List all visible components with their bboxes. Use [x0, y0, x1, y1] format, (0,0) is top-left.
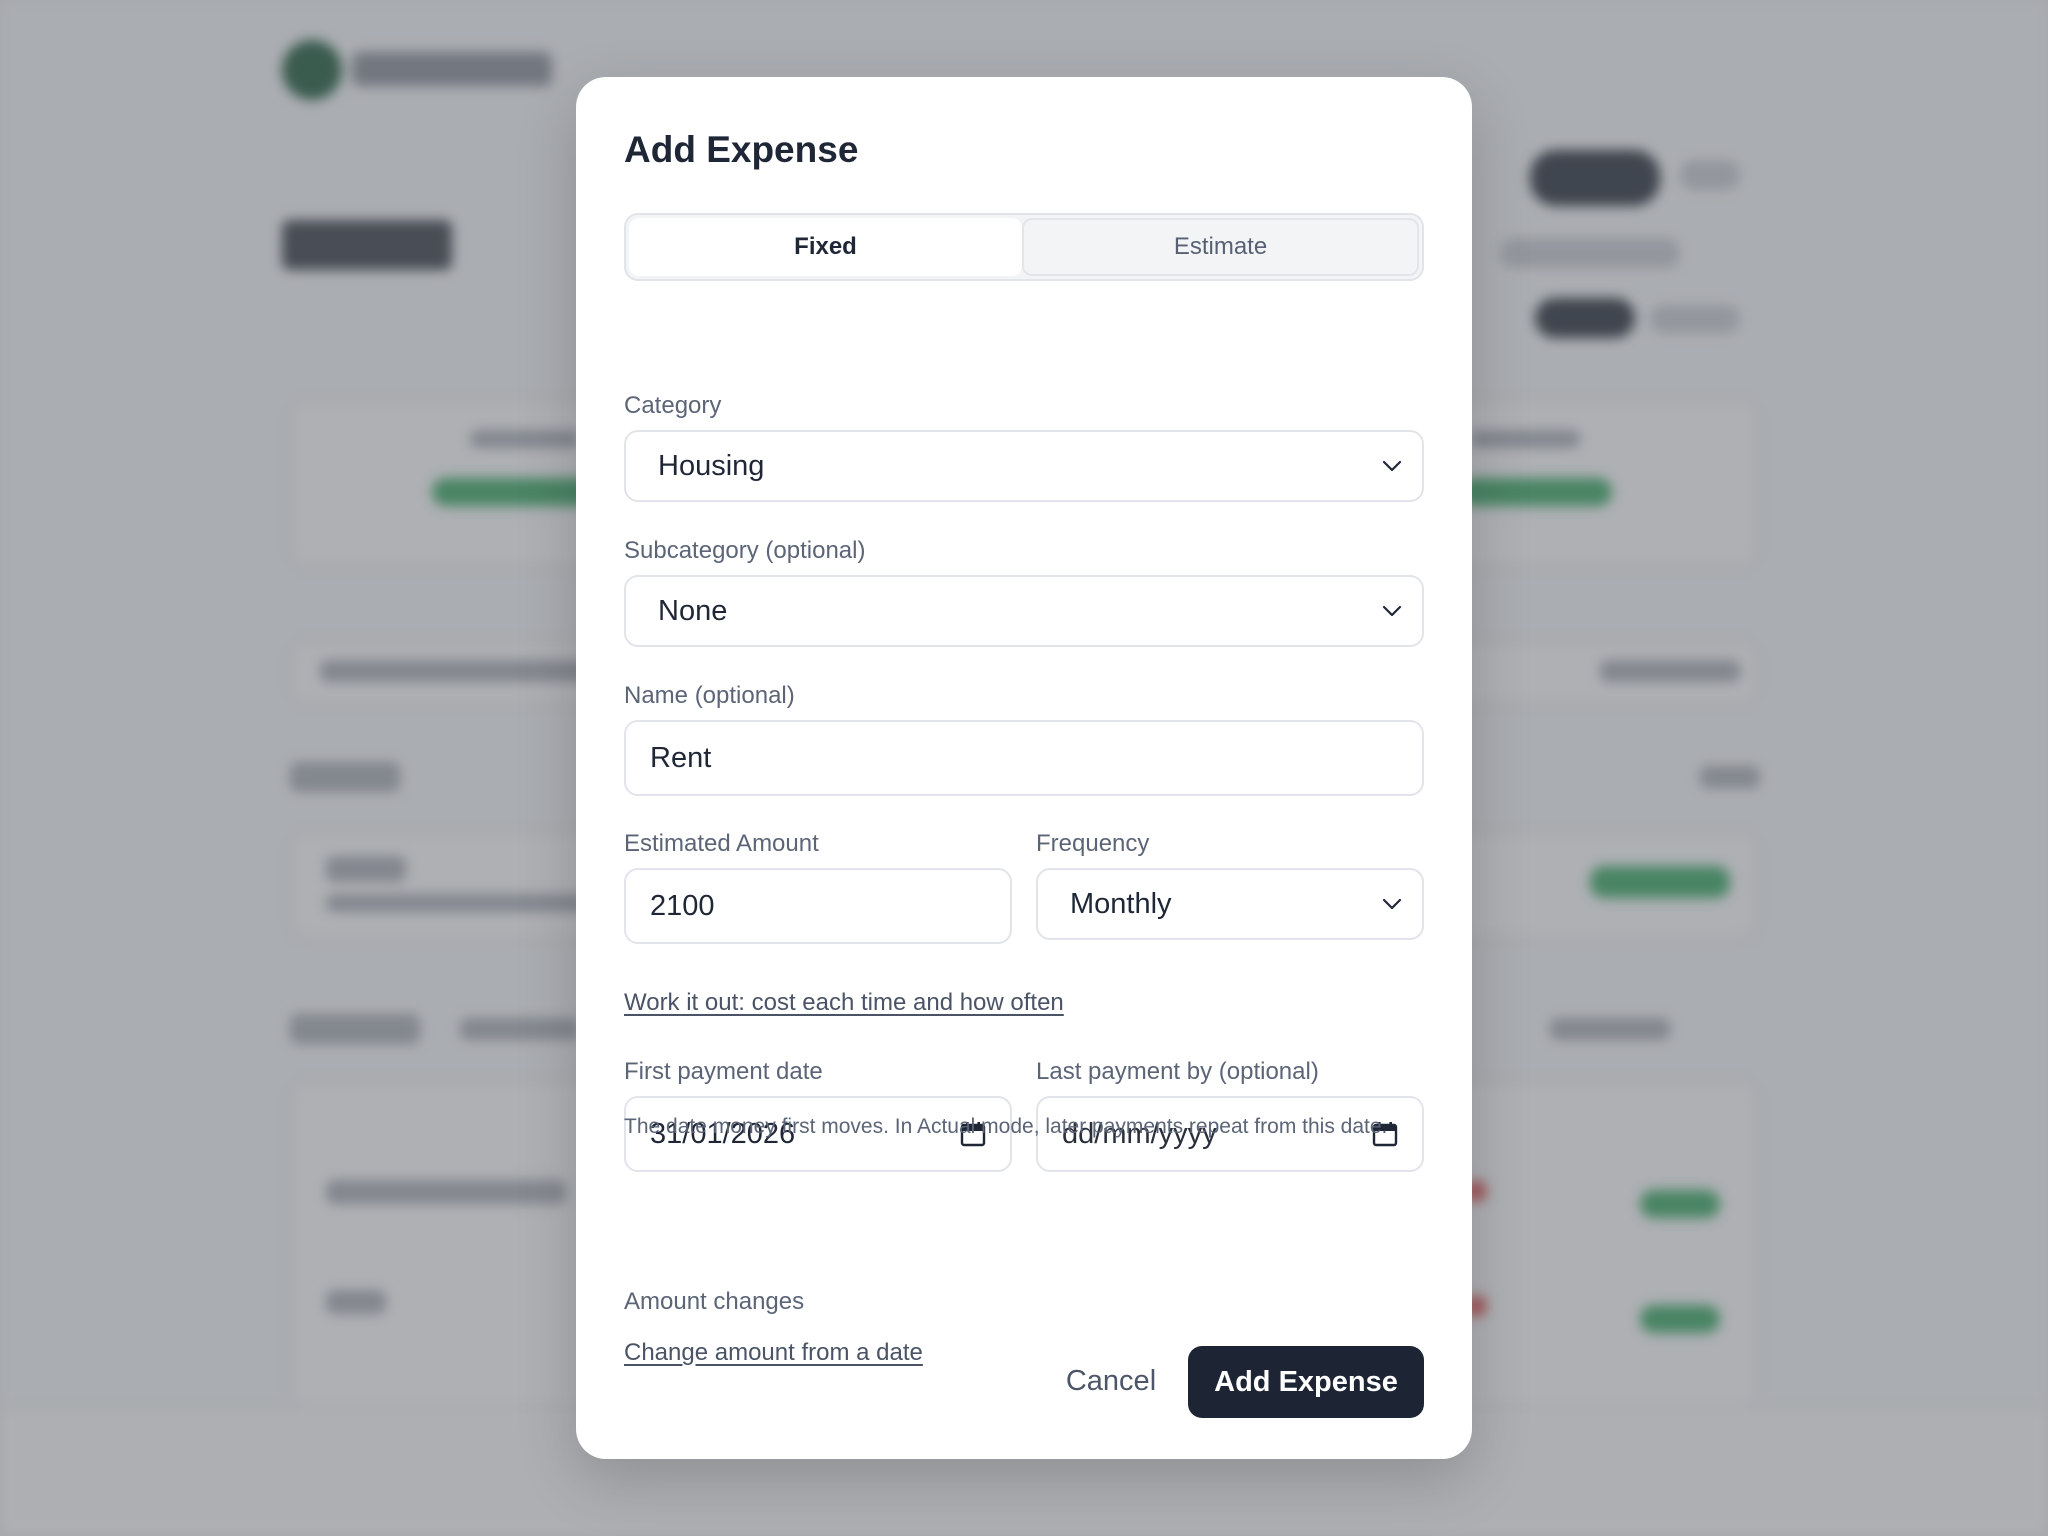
first-payment-help-text: The date money first moves. In Actual mo… [624, 1115, 1388, 1138]
segment-estimate[interactable]: Estimate [1022, 218, 1419, 276]
amount-changes-label: Amount changes [624, 1288, 805, 1315]
chevron-down-icon [1380, 892, 1404, 916]
category-value: Housing [658, 449, 765, 482]
chevron-down-icon [1380, 454, 1404, 478]
cancel-button[interactable]: Cancel [1016, 1346, 1206, 1416]
expense-type-toggle: Fixed Estimate [624, 213, 1424, 281]
category-label: Category [624, 392, 722, 419]
amount-value: 2100 [650, 889, 715, 922]
subcategory-value: None [658, 594, 728, 627]
last-payment-label: Last payment by (optional) [1036, 1058, 1319, 1085]
segment-fixed[interactable]: Fixed [629, 218, 1022, 276]
frequency-value: Monthly [1070, 887, 1172, 920]
add-expense-dialog: Add Expense Fixed Estimate Category Hous… [576, 77, 1472, 1459]
change-amount-link[interactable]: Change amount from a date [624, 1339, 923, 1367]
name-label: Name (optional) [624, 682, 795, 709]
name-value: Rent [650, 741, 712, 774]
frequency-label: Frequency [1036, 830, 1150, 857]
amount-input[interactable]: 2100 [624, 868, 1012, 944]
frequency-select[interactable]: Monthly [1036, 868, 1424, 940]
category-select[interactable]: Housing [624, 430, 1424, 502]
name-input[interactable]: Rent [624, 720, 1424, 796]
first-payment-label: First payment date [624, 1058, 823, 1085]
amount-label: Estimated Amount [624, 830, 819, 857]
work-it-out-link[interactable]: Work it out: cost each time and how ofte… [624, 989, 1064, 1017]
subcategory-label: Subcategory (optional) [624, 537, 866, 564]
chevron-down-icon [1380, 599, 1404, 623]
add-expense-button[interactable]: Add Expense [1188, 1346, 1424, 1418]
dialog-title: Add Expense [624, 129, 859, 170]
subcategory-select[interactable]: None [624, 575, 1424, 647]
